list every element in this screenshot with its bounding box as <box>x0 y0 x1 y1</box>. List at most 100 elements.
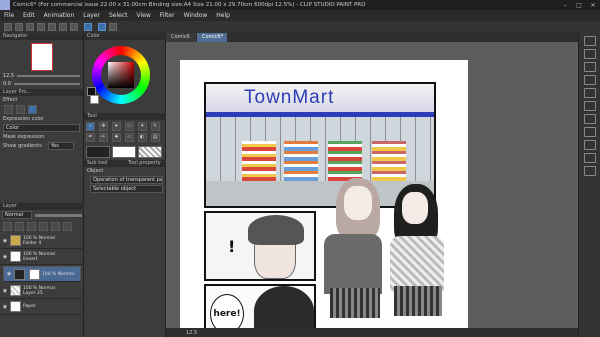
color-wheel[interactable] <box>92 46 150 104</box>
material-folder-icon[interactable] <box>583 88 596 98</box>
operation-tool-icon[interactable]: ➤ <box>111 122 121 131</box>
layer-row[interactable]: ◉ 100 % Normal lineart <box>0 249 84 265</box>
layer-property-header: Layer Pro... <box>0 89 83 96</box>
snap-grid-icon[interactable] <box>109 23 117 31</box>
mask-thumbnail <box>29 268 40 280</box>
brush-tool-icon[interactable]: ♠ <box>111 133 121 142</box>
material-folder-icon[interactable] <box>583 153 596 163</box>
minimize-button[interactable]: – <box>558 2 572 9</box>
zoom-slider[interactable] <box>17 75 80 77</box>
pen-tool-icon[interactable]: ✒ <box>86 133 95 142</box>
layer-row[interactable]: ◉ 100 % Normal Folder 4 <box>0 233 84 249</box>
saturation-square[interactable] <box>108 62 134 88</box>
navigator-preview[interactable] <box>30 43 53 71</box>
effect-tone-icon[interactable] <box>16 105 25 114</box>
material-folder-icon[interactable] <box>583 75 596 85</box>
rotate-value[interactable]: 0.0 <box>3 81 11 87</box>
canvas-area[interactable]: Comic6 Comic6* TownMart ! here! 12.5 <box>166 33 578 337</box>
zoom-value[interactable]: 12.5 <box>3 73 14 79</box>
app-window: Comic6* (For commercial issue 22.00 x 31… <box>0 0 600 337</box>
reference-icon[interactable] <box>15 222 24 231</box>
eye-icon[interactable]: ◉ <box>6 271 12 277</box>
show-gradients-select[interactable]: Yes <box>47 142 74 150</box>
eyedropper-icon[interactable]: ✎ <box>150 122 160 131</box>
material-folder-icon[interactable] <box>583 127 596 137</box>
sub-tool-swatch[interactable] <box>86 146 110 158</box>
redo-icon[interactable] <box>48 23 56 31</box>
material-folder-icon[interactable] <box>583 140 596 150</box>
eraser-icon[interactable]: ▱ <box>124 133 134 142</box>
layer-thumbnail <box>10 285 21 296</box>
snap-special-ruler-icon[interactable] <box>98 23 106 31</box>
material-folder-icon[interactable] <box>583 101 596 111</box>
mask-icon[interactable] <box>51 222 60 231</box>
girl-left-skirt <box>330 288 380 318</box>
move-tool-icon[interactable]: ✥ <box>98 122 108 131</box>
auto-select-icon[interactable]: ✦ <box>137 122 147 131</box>
undo-icon[interactable] <box>37 23 45 31</box>
sub-tool-swatch[interactable] <box>112 146 136 158</box>
exclamation-mark: ! <box>228 237 236 256</box>
effect-border-icon[interactable] <box>4 105 13 114</box>
menu-select[interactable]: Select <box>109 12 128 19</box>
layer-row-selected[interactable]: ◉ 100 % Normal <box>3 266 81 282</box>
mask-expression-label: Mask expression <box>3 134 45 140</box>
eye-icon[interactable]: ◉ <box>2 254 8 260</box>
ruler-icon[interactable] <box>63 222 72 231</box>
snap-ruler-icon[interactable] <box>84 23 92 31</box>
open-icon[interactable] <box>15 23 23 31</box>
eye-icon[interactable]: ◉ <box>2 288 8 294</box>
layer-row[interactable]: ◉ 100 % Normal Layer 25 <box>0 283 84 299</box>
alpha-lock-icon[interactable] <box>39 222 48 231</box>
expression-color-select[interactable]: Color <box>3 124 80 132</box>
layer-blend: 100 % Normal <box>23 285 56 291</box>
material-folder-icon[interactable] <box>583 114 596 124</box>
navigator-header: Navigator <box>0 33 83 40</box>
fill-tool-icon[interactable]: ◐ <box>137 133 147 142</box>
close-button[interactable]: ✕ <box>586 2 600 9</box>
tab-comic6[interactable]: Comic6 <box>166 33 196 42</box>
canvas-zoom-value[interactable]: 12.5 <box>186 330 197 336</box>
transparent-operation-select[interactable]: Operation of transparent par... <box>90 176 163 184</box>
menu-help[interactable]: Help <box>216 12 230 19</box>
save-icon[interactable] <box>26 23 34 31</box>
new-icon[interactable] <box>4 23 12 31</box>
layer-row[interactable]: ◉ Paper <box>0 299 84 315</box>
right-dock <box>578 33 600 337</box>
material-folder-icon[interactable] <box>583 62 596 72</box>
opacity-slider[interactable] <box>35 213 82 217</box>
girl-right-shirt <box>390 236 444 292</box>
gradient-tool-icon[interactable]: ▤ <box>150 133 160 142</box>
menu-edit[interactable]: Edit <box>23 12 35 19</box>
eye-icon[interactable]: ◉ <box>2 238 8 244</box>
lock-icon[interactable] <box>27 222 36 231</box>
pencil-tool-icon[interactable]: ✏ <box>98 133 108 142</box>
zoom-tool-icon[interactable]: ⌕ <box>86 122 95 131</box>
eye-icon[interactable]: ◉ <box>2 304 8 310</box>
material-folder-icon[interactable] <box>583 49 596 59</box>
menu-file[interactable]: File <box>4 12 14 19</box>
menu-window[interactable]: Window <box>184 12 208 19</box>
menu-animation[interactable]: Animation <box>44 12 75 19</box>
tool-header: Tool <box>84 113 166 120</box>
maximize-button[interactable]: □ <box>572 2 586 9</box>
selectable-object-select[interactable]: Selectable object <box>90 185 163 193</box>
transform-icon[interactable] <box>70 23 78 31</box>
girl-right-skirt <box>394 286 442 316</box>
sub-color-swatch[interactable] <box>90 95 99 104</box>
menu-view[interactable]: View <box>137 12 151 19</box>
speech-text: here! <box>213 309 241 319</box>
clear-icon[interactable] <box>59 23 67 31</box>
clip-icon[interactable] <box>3 222 12 231</box>
material-folder-icon[interactable] <box>583 166 596 176</box>
sub-tool-swatch[interactable] <box>138 146 162 158</box>
menu-filter[interactable]: Filter <box>160 12 175 19</box>
material-folder-icon[interactable] <box>583 36 596 46</box>
rotate-slider[interactable] <box>13 83 80 85</box>
blend-mode-select[interactable]: Normal <box>2 211 32 219</box>
store-sign: TownMart <box>206 84 434 112</box>
menu-layer[interactable]: Layer <box>83 12 100 19</box>
selection-tool-icon[interactable]: ▭ <box>124 122 134 131</box>
effect-color-icon[interactable] <box>28 105 37 114</box>
tab-comic6-active[interactable]: Comic6* <box>197 33 227 42</box>
